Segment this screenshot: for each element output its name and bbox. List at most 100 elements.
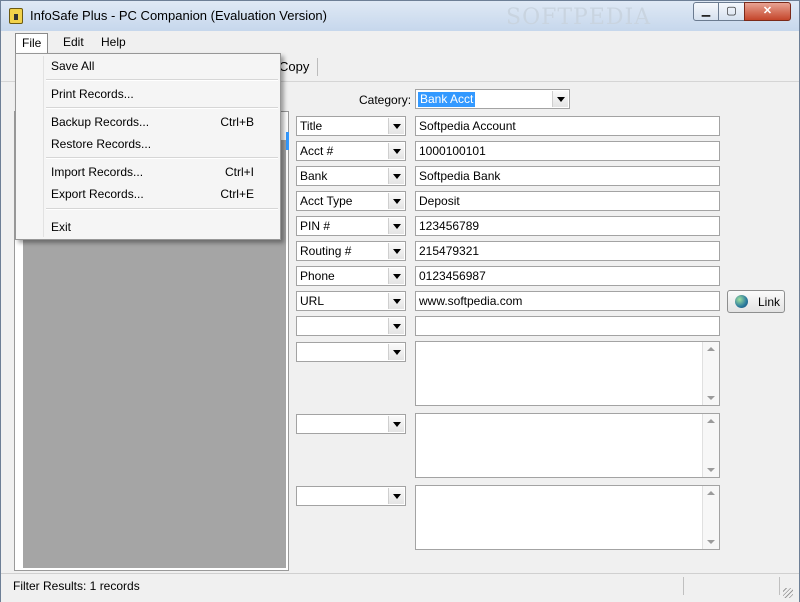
menu-edit[interactable]: Edit: [57, 33, 90, 51]
field-label-select[interactable]: PIN #: [296, 216, 406, 236]
menu-item-exit[interactable]: Exit: [51, 217, 276, 237]
field-label: Title: [300, 119, 323, 133]
memo-textarea[interactable]: [415, 413, 720, 478]
memo-textarea[interactable]: [415, 341, 720, 406]
memo-scrollbar[interactable]: [702, 486, 719, 549]
memo-label-select[interactable]: [296, 342, 406, 362]
menu-separator: [46, 79, 278, 81]
dropdown-arrow-icon[interactable]: [388, 193, 404, 209]
close-button[interactable]: ✕: [744, 2, 791, 21]
field-label: URL: [300, 294, 325, 308]
field-label-select[interactable]: Acct Type: [296, 191, 406, 211]
dropdown-arrow-icon[interactable]: [388, 318, 404, 334]
field-label-select[interactable]: URL: [296, 291, 406, 311]
menu-item-shortcut: Ctrl+I: [224, 165, 254, 179]
field-value-input[interactable]: Deposit: [415, 191, 720, 211]
field-value-input[interactable]: Softpedia Account: [415, 116, 720, 136]
copy-button[interactable]: Copy: [279, 59, 309, 74]
dropdown-arrow-icon[interactable]: [388, 243, 404, 259]
menu-item-label: Save All: [51, 59, 95, 73]
field-value: 215479321: [419, 244, 480, 258]
field-label-select[interactable]: [296, 316, 406, 336]
app-lock-icon: [9, 8, 23, 24]
dropdown-arrow-icon[interactable]: [388, 168, 404, 184]
link-button-label: Link: [758, 295, 781, 309]
dropdown-arrow-icon[interactable]: [552, 91, 568, 107]
field-value: www.softpedia.com: [419, 294, 523, 308]
file-menu-dropdown: Save All Print Records... Backup Records…: [15, 53, 281, 240]
globe-icon: [735, 295, 748, 308]
dropdown-arrow-icon[interactable]: [388, 488, 404, 504]
menu-item-save-all[interactable]: Save All: [51, 56, 276, 76]
dropdown-arrow-icon[interactable]: [388, 416, 404, 432]
field-label-select[interactable]: Routing #: [296, 241, 406, 261]
menu-gutter: [43, 56, 44, 237]
menu-item-label: Print Records...: [51, 87, 134, 101]
menu-item-label: Backup Records...: [51, 115, 150, 129]
field-label: Bank: [300, 169, 328, 183]
scroll-up-icon[interactable]: [707, 347, 715, 351]
menu-item-import-records[interactable]: Import Records... Ctrl+I: [51, 162, 276, 182]
scroll-down-icon[interactable]: [707, 468, 715, 472]
field-value: 123456789: [419, 219, 480, 233]
dropdown-arrow-icon[interactable]: [388, 344, 404, 360]
field-label-select[interactable]: Bank: [296, 166, 406, 186]
memo-scrollbar[interactable]: [702, 414, 719, 477]
menu-item-export-records[interactable]: Export Records... Ctrl+E: [51, 184, 276, 204]
field-label-select[interactable]: Title: [296, 116, 406, 136]
memo-label-select[interactable]: [296, 414, 406, 434]
field-label-select[interactable]: Acct #: [296, 141, 406, 161]
status-text: Filter Results: 1 records: [13, 579, 140, 593]
menu-item-label: Exit: [51, 220, 72, 234]
menu-item-print-records[interactable]: Print Records...: [51, 84, 276, 104]
menu-separator: [46, 107, 278, 109]
field-value-input[interactable]: 0123456987: [415, 266, 720, 286]
dropdown-arrow-icon[interactable]: [388, 143, 404, 159]
window-title: InfoSafe Plus - PC Companion (Evaluation…: [30, 8, 327, 23]
selected-record-highlight[interactable]: [286, 132, 289, 150]
scroll-down-icon[interactable]: [707, 540, 715, 544]
category-select[interactable]: Bank Acct: [415, 89, 570, 109]
field-label: Phone: [300, 269, 335, 283]
memo-textarea[interactable]: [415, 485, 720, 550]
title-bar[interactable]: InfoSafe Plus - PC Companion (Evaluation…: [1, 1, 799, 31]
scroll-up-icon[interactable]: [707, 419, 715, 423]
resize-grip-icon[interactable]: [783, 588, 793, 598]
field-value-input[interactable]: 215479321: [415, 241, 720, 261]
menu-help[interactable]: Help: [95, 33, 132, 51]
scroll-down-icon[interactable]: [707, 396, 715, 400]
watermark: SOFTPEDIA: [506, 5, 652, 30]
field-label-select[interactable]: Phone: [296, 266, 406, 286]
field-value-input[interactable]: 123456789: [415, 216, 720, 236]
menu-separator: [46, 208, 278, 210]
minimize-button[interactable]: ▁: [693, 2, 719, 21]
menu-file[interactable]: File: [15, 33, 49, 53]
memo-scrollbar[interactable]: [702, 342, 719, 405]
dropdown-arrow-icon[interactable]: [388, 293, 404, 309]
memo-label-select[interactable]: [296, 486, 406, 506]
field-value-input[interactable]: [415, 316, 720, 336]
category-label: Category:: [359, 93, 412, 107]
menu-item-restore-records[interactable]: Restore Records...: [51, 134, 276, 154]
field-value: Softpedia Bank: [419, 169, 501, 183]
field-label: Routing #: [300, 244, 352, 258]
dropdown-arrow-icon[interactable]: [388, 118, 404, 134]
menu-bar: File Edit Help: [1, 31, 799, 53]
menu-item-backup-records[interactable]: Backup Records... Ctrl+B: [51, 112, 276, 132]
field-value-input[interactable]: 1000100101: [415, 141, 720, 161]
field-value-input[interactable]: Softpedia Bank: [415, 166, 720, 186]
field-label: PIN #: [300, 219, 331, 233]
url-input[interactable]: www.softpedia.com: [415, 291, 720, 311]
maximize-button[interactable]: ▢: [718, 2, 745, 21]
scroll-up-icon[interactable]: [707, 491, 715, 495]
category-value: Bank Acct: [418, 92, 476, 107]
dropdown-arrow-icon[interactable]: [388, 218, 404, 234]
field-label: Acct #: [300, 144, 334, 158]
link-button[interactable]: Link: [727, 290, 785, 313]
menu-item-label: Export Records...: [51, 187, 144, 201]
dropdown-arrow-icon[interactable]: [388, 268, 404, 284]
menu-separator: [46, 157, 278, 159]
menu-item-label: Restore Records...: [51, 137, 152, 151]
field-value: 1000100101: [419, 144, 486, 158]
field-value: Deposit: [419, 194, 460, 208]
